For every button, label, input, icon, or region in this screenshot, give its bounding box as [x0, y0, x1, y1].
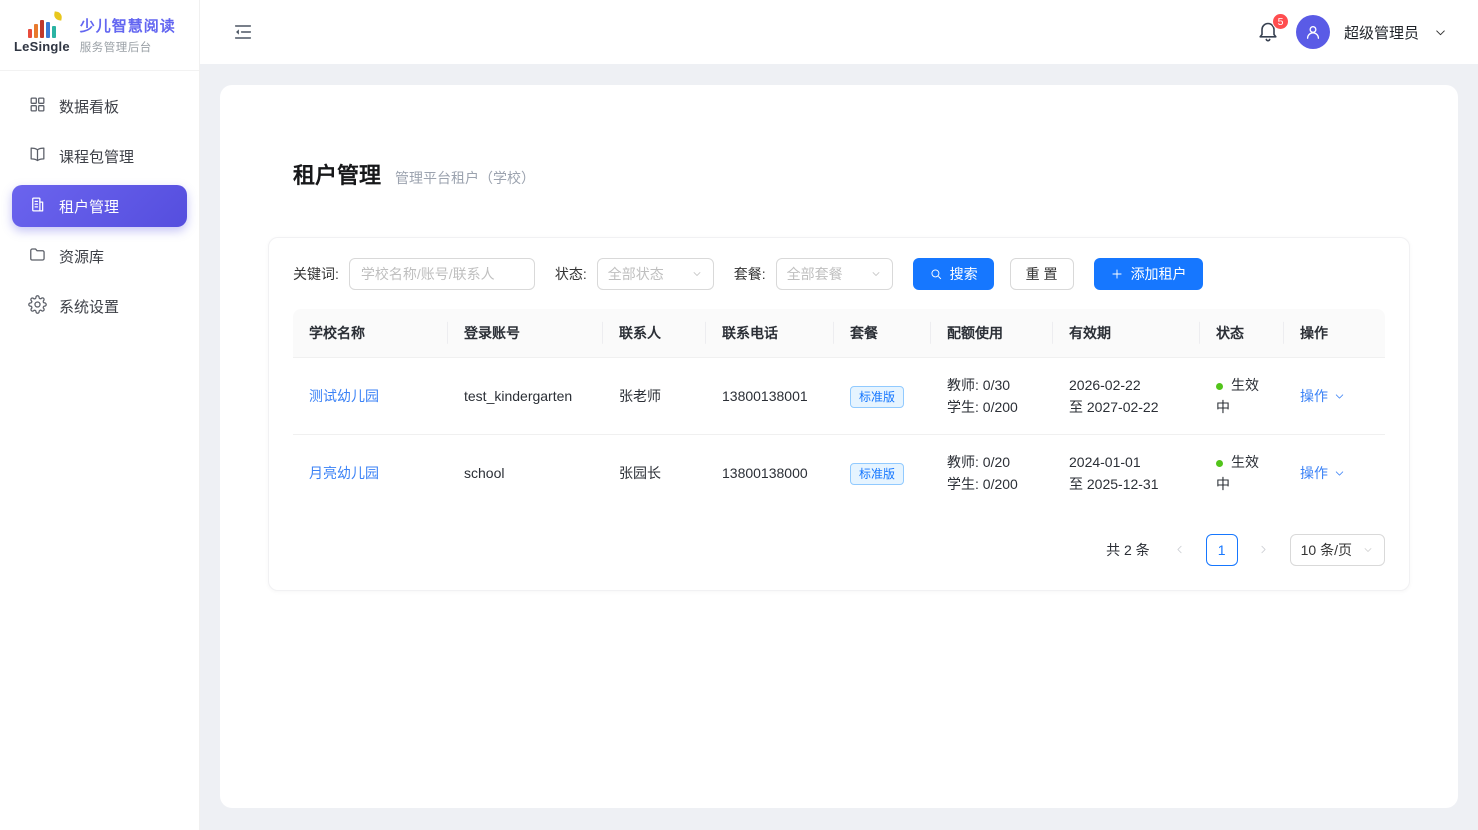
validity-period: 2024-01-01 至 2025-12-31: [1053, 435, 1200, 512]
contact-person: 张老师: [603, 358, 706, 435]
status-dot: [1216, 460, 1223, 467]
page-card: 租户管理 管理平台租户（学校） 关键词: 状态: 全部状态 套餐: 全部套餐: [220, 85, 1458, 808]
keyword-input[interactable]: [349, 258, 535, 290]
pagination-prev-button[interactable]: [1166, 536, 1194, 564]
col-school-name: 学校名称: [293, 309, 448, 358]
app-title: 少儿智慧阅读: [80, 15, 176, 36]
col-validity: 有效期: [1053, 309, 1200, 358]
user-menu-chevron-down-icon[interactable]: [1433, 25, 1448, 40]
login-account: test_kindergarten: [448, 358, 603, 435]
chevron-down-icon: [1362, 544, 1374, 556]
dashboard-grid-icon: [28, 95, 47, 118]
book-icon: [28, 145, 47, 168]
notifications-button[interactable]: 5: [1256, 19, 1282, 45]
pagination: 共 2 条 1 10 条/页: [293, 512, 1385, 566]
app-subtitle: 服务管理后台: [80, 39, 176, 55]
reset-button[interactable]: 重 置: [1010, 258, 1074, 290]
status-select[interactable]: 全部状态: [597, 258, 714, 290]
page-size-select[interactable]: 10 条/页: [1290, 534, 1385, 566]
plan-badge: 标准版: [850, 463, 904, 485]
pagination-page-1[interactable]: 1: [1206, 534, 1238, 566]
row-actions-dropdown[interactable]: 操作: [1300, 462, 1346, 484]
app-logo: LeSingle 少儿智慧阅读 服务管理后台: [0, 0, 199, 71]
contact-phone: 13800138000: [706, 435, 834, 512]
brand-name: LeSingle: [14, 39, 70, 54]
brand-logo-icon: LeSingle: [14, 16, 70, 54]
col-phone: 联系电话: [706, 309, 834, 358]
contact-person: 张园长: [603, 435, 706, 512]
status-cell: 生效中: [1200, 358, 1284, 435]
user-avatar[interactable]: [1296, 15, 1330, 49]
sidebar-collapse-button[interactable]: [232, 20, 256, 44]
sidebar-item-label: 课程包管理: [59, 146, 134, 167]
sidebar: LeSingle 少儿智慧阅读 服务管理后台 数据看板 课程包管理 租户管理 资…: [0, 0, 200, 830]
status-cell: 生效中: [1200, 435, 1284, 512]
status-dot: [1216, 383, 1223, 390]
pagination-next-button[interactable]: [1250, 536, 1278, 564]
status-label: 状态:: [555, 264, 587, 284]
table-row: 月亮幼儿园 school 张园长 13800138000 标准版 教师: 0/2…: [293, 435, 1385, 512]
notification-badge: 5: [1272, 13, 1289, 30]
top-header: 5 超级管理员: [200, 0, 1478, 64]
status-badge: 生效中: [1216, 377, 1259, 415]
col-contact: 联系人: [603, 309, 706, 358]
sidebar-item-label: 数据看板: [59, 96, 119, 117]
building-icon: [28, 195, 47, 218]
row-actions-dropdown[interactable]: 操作: [1300, 385, 1346, 407]
sidebar-item-course-packages[interactable]: 课程包管理: [12, 135, 187, 177]
col-quota: 配额使用: [931, 309, 1053, 358]
login-account: school: [448, 435, 603, 512]
add-tenant-button[interactable]: 添加租户: [1094, 258, 1203, 290]
school-name-link[interactable]: 测试幼儿园: [309, 388, 379, 404]
col-status: 状态: [1200, 309, 1284, 358]
chevron-down-icon: [1333, 390, 1346, 403]
contact-phone: 13800138001: [706, 358, 834, 435]
sidebar-item-label: 资源库: [59, 246, 104, 267]
col-actions: 操作: [1284, 309, 1385, 358]
table-row: 测试幼儿园 test_kindergarten 张老师 13800138001 …: [293, 358, 1385, 435]
tenant-panel: 关键词: 状态: 全部状态 套餐: 全部套餐 搜索: [268, 237, 1410, 591]
tenant-table: 学校名称 登录账号 联系人 联系电话 套餐 配额使用 有效期 状态 操作: [293, 309, 1385, 512]
sidebar-item-label: 系统设置: [59, 296, 119, 317]
chevron-down-icon: [870, 268, 882, 280]
folder-icon: [28, 245, 47, 268]
search-icon: [929, 267, 943, 281]
page-title: 租户管理: [293, 158, 381, 190]
col-login-account: 登录账号: [448, 309, 603, 358]
sidebar-item-tenants[interactable]: 租户管理: [12, 185, 187, 227]
search-button[interactable]: 搜索: [913, 258, 994, 290]
keyword-label: 关键词:: [293, 264, 339, 284]
sidebar-item-settings[interactable]: 系统设置: [12, 285, 187, 327]
status-badge: 生效中: [1216, 454, 1259, 492]
plan-label: 套餐:: [734, 264, 766, 284]
col-plan: 套餐: [834, 309, 931, 358]
plan-badge: 标准版: [850, 386, 904, 408]
chevron-left-icon: [1173, 543, 1186, 556]
sidebar-item-resources[interactable]: 资源库: [12, 235, 187, 277]
user-name[interactable]: 超级管理员: [1344, 22, 1419, 43]
plan-select[interactable]: 全部套餐: [776, 258, 893, 290]
chevron-down-icon: [691, 268, 703, 280]
sidebar-item-label: 租户管理: [59, 196, 119, 217]
sidebar-item-dashboard[interactable]: 数据看板: [12, 85, 187, 127]
quota-usage: 教师: 0/20 学生: 0/200: [931, 435, 1053, 512]
chevron-down-icon: [1333, 467, 1346, 480]
chevron-right-icon: [1257, 543, 1270, 556]
quota-usage: 教师: 0/30 学生: 0/200: [931, 358, 1053, 435]
table-header-row: 学校名称 登录账号 联系人 联系电话 套餐 配额使用 有效期 状态 操作: [293, 309, 1385, 358]
user-icon: [1303, 22, 1323, 42]
school-name-link[interactable]: 月亮幼儿园: [309, 465, 379, 481]
plus-icon: [1110, 267, 1124, 281]
page-subtitle: 管理平台租户（学校）: [395, 168, 535, 188]
gear-icon: [28, 295, 47, 318]
pagination-total: 共 2 条: [1106, 540, 1150, 560]
sidebar-menu: 数据看板 课程包管理 租户管理 资源库 系统设置: [0, 71, 199, 349]
content-area: 租户管理 管理平台租户（学校） 关键词: 状态: 全部状态 套餐: 全部套餐: [200, 64, 1478, 830]
filter-bar: 关键词: 状态: 全部状态 套餐: 全部套餐 搜索: [293, 258, 1385, 290]
validity-period: 2026-02-22 至 2027-02-22: [1053, 358, 1200, 435]
